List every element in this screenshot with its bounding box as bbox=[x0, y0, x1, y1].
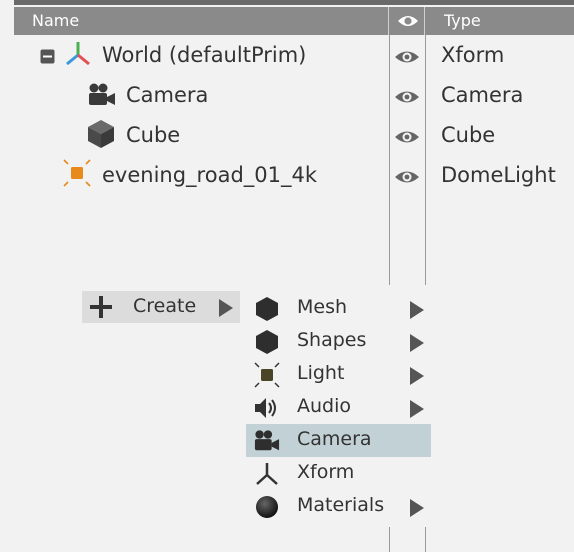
visibility-eye-icon[interactable] bbox=[394, 129, 420, 145]
prim-type: Cube bbox=[441, 123, 496, 147]
prim-label[interactable]: Cube bbox=[126, 123, 180, 147]
chevron-right-icon bbox=[410, 301, 424, 319]
visibility-eye-icon[interactable] bbox=[394, 169, 420, 185]
prim-type: DomeLight bbox=[441, 163, 556, 187]
collapse-icon[interactable] bbox=[40, 49, 55, 64]
xform-icon bbox=[256, 463, 278, 485]
tree-row-domelight[interactable]: evening_road_01_4k DomeLight bbox=[0, 156, 574, 196]
column-divider-name bbox=[389, 527, 390, 552]
create-label: Create bbox=[133, 295, 197, 317]
chevron-right-icon bbox=[410, 367, 424, 385]
menu-item-label: Audio bbox=[297, 395, 352, 417]
menu-item-materials[interactable]: Materials bbox=[246, 490, 431, 523]
menu-item-label: Mesh bbox=[297, 296, 348, 318]
menu-item-label: Materials bbox=[297, 494, 385, 516]
chevron-right-icon bbox=[410, 400, 424, 418]
header-divider bbox=[424, 7, 425, 35]
menu-item-label: Camera bbox=[297, 428, 372, 450]
tree-row-cube[interactable]: Cube Cube bbox=[0, 116, 574, 156]
visibility-eye-icon[interactable] bbox=[394, 49, 420, 65]
light-icon bbox=[63, 159, 91, 187]
menu-item-audio[interactable]: Audio bbox=[246, 391, 431, 424]
menu-item-shapes[interactable]: Shapes bbox=[246, 325, 431, 358]
prim-label[interactable]: Camera bbox=[126, 83, 208, 107]
stage-header: Name Type bbox=[14, 7, 574, 35]
top-border bbox=[14, 0, 574, 5]
chevron-right-icon bbox=[410, 334, 424, 352]
chevron-right-icon bbox=[219, 299, 233, 317]
audio-icon bbox=[255, 398, 276, 418]
camera-icon bbox=[254, 430, 280, 451]
cube-icon bbox=[88, 120, 114, 148]
prim-label[interactable]: World (defaultPrim) bbox=[102, 43, 306, 67]
menu-item-light[interactable]: Light bbox=[246, 358, 431, 391]
create-submenu: Mesh Shapes Light Audio Camera Xform Mat… bbox=[246, 291, 431, 525]
mesh-icon bbox=[256, 297, 278, 321]
menu-item-mesh[interactable]: Mesh bbox=[246, 292, 431, 325]
light-icon bbox=[254, 362, 280, 388]
menu-item-camera[interactable]: Camera bbox=[246, 424, 431, 457]
header-divider bbox=[388, 7, 389, 35]
create-menu-item[interactable]: Create bbox=[82, 291, 240, 323]
shapes-icon bbox=[256, 330, 278, 354]
sphere-icon bbox=[256, 496, 278, 518]
column-header-name[interactable]: Name bbox=[32, 11, 79, 30]
visibility-header-icon[interactable] bbox=[397, 13, 419, 29]
menu-item-label: Light bbox=[297, 362, 345, 384]
prim-label[interactable]: evening_road_01_4k bbox=[102, 163, 317, 187]
chevron-right-icon bbox=[410, 499, 424, 517]
prim-type: Camera bbox=[441, 83, 524, 107]
visibility-eye-icon[interactable] bbox=[394, 89, 420, 105]
menu-item-xform[interactable]: Xform bbox=[246, 457, 431, 490]
column-header-type[interactable]: Type bbox=[444, 11, 481, 30]
camera-icon bbox=[89, 83, 115, 105]
menu-item-label: Xform bbox=[297, 461, 355, 483]
tree-row-world[interactable]: World (defaultPrim) Xform bbox=[0, 36, 574, 76]
plus-icon bbox=[90, 296, 112, 318]
xform-icon bbox=[66, 42, 90, 66]
menu-item-label: Shapes bbox=[297, 329, 367, 351]
tree-row-camera[interactable]: Camera Camera bbox=[0, 76, 574, 116]
prim-type: Xform bbox=[441, 43, 505, 67]
column-divider-visibility bbox=[425, 527, 426, 552]
